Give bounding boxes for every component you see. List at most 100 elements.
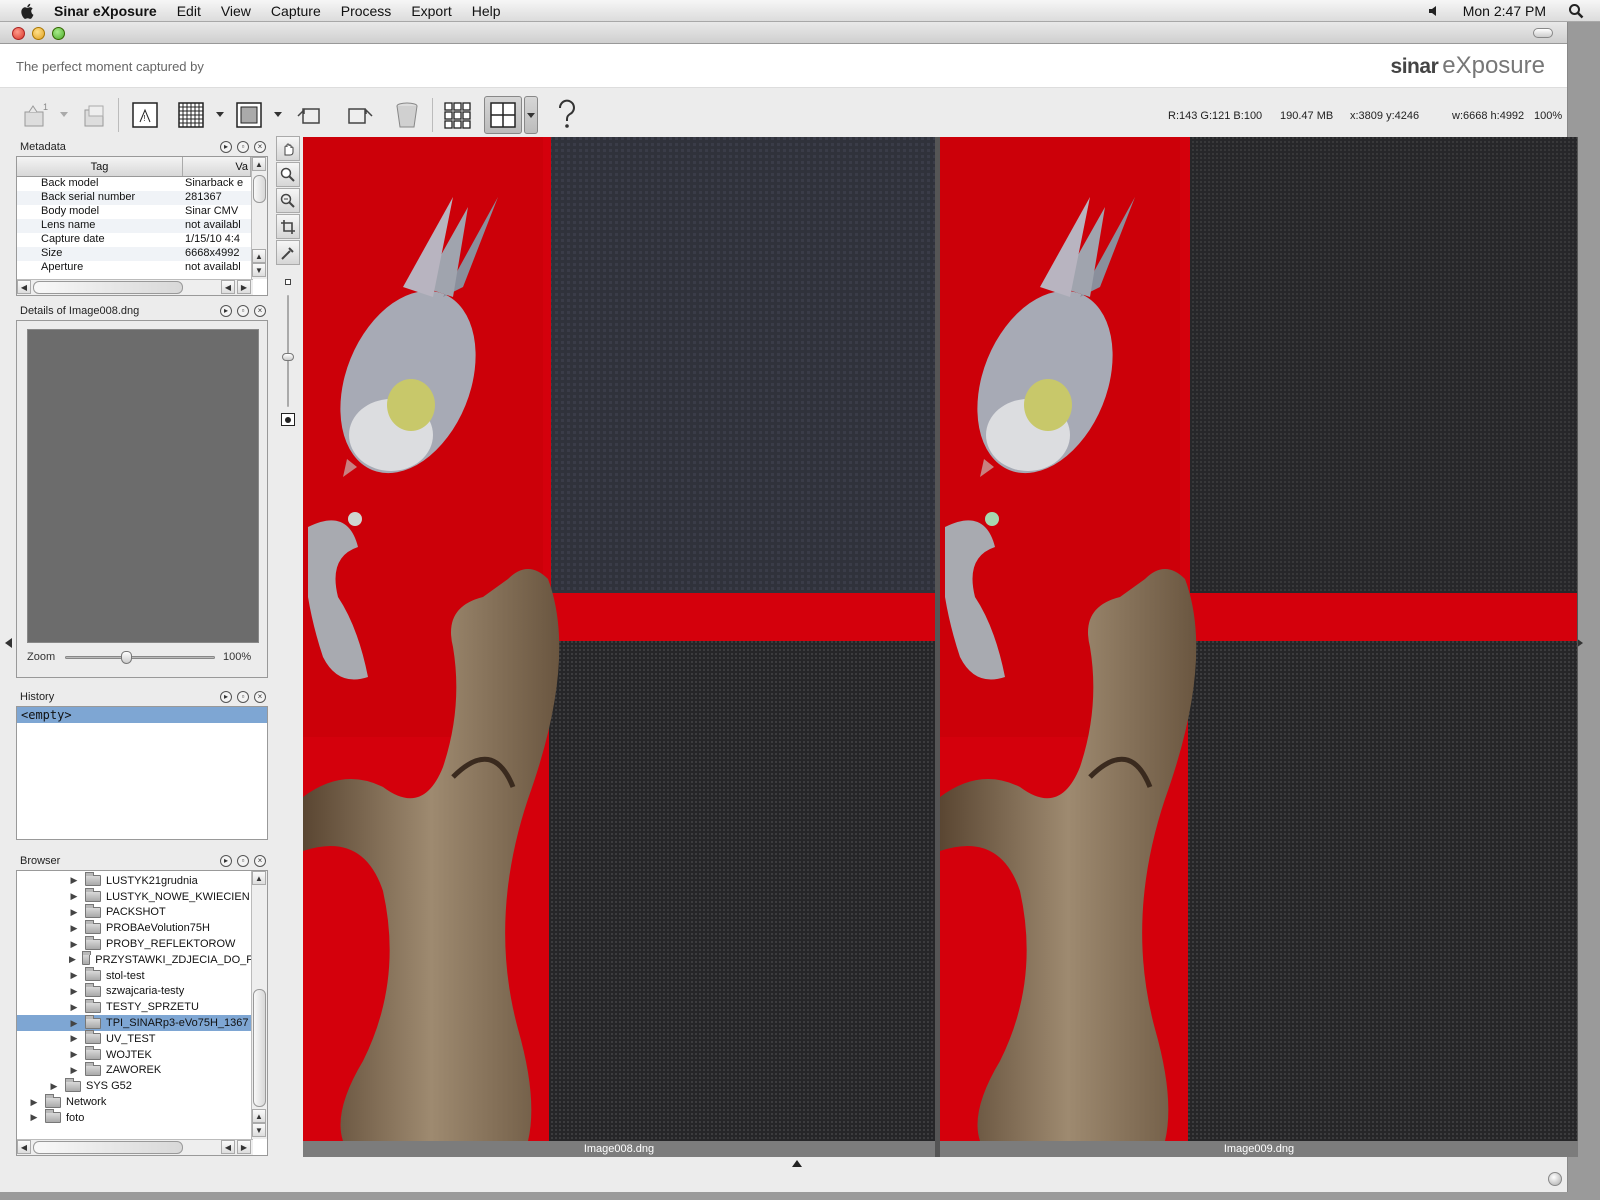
metadata-row[interactable]: Size 6668x4992 [17,247,251,261]
scroll-down-arrow[interactable]: ▼ [252,1123,266,1137]
tool-zoom-slider-handle[interactable] [282,353,294,361]
metadata-row[interactable]: Lens name not availabl [17,219,251,233]
disclosure-triangle-icon[interactable]: ▶ [69,875,79,886]
window-minimize-button[interactable] [32,27,45,40]
column-header-value[interactable]: Va [183,157,251,176]
scroll-up-arrow[interactable]: ▲ [252,249,266,263]
metadata-horizontal-scrollbar[interactable]: ◀ ◀ ▶ [17,279,253,295]
scroll-up-arrow[interactable]: ▲ [252,871,266,885]
tree-folder-item[interactable]: ▶ WOJTEK [17,1046,253,1063]
scroll-up-arrow[interactable]: ▲ [252,157,266,171]
disclosure-triangle-icon[interactable]: ▶ [69,923,79,934]
scroll-right-arrow[interactable]: ▶ [237,280,251,294]
menu-clock[interactable]: Mon 2:47 PM [1463,3,1546,19]
menu-help[interactable]: Help [462,3,511,19]
column-header-tag[interactable]: Tag [17,157,183,176]
collapse-left-panel-arrow[interactable] [5,638,12,648]
thumbnail-view-button[interactable] [438,96,476,134]
disclosure-triangle-icon[interactable]: ▶ [69,970,79,981]
rotate-right-button[interactable] [340,96,378,134]
rotate-left-button[interactable] [292,96,330,134]
tree-folder-item[interactable]: ▶ Network [17,1093,253,1110]
panel-float-icon[interactable]: ▫ [237,855,249,867]
metadata-row[interactable]: Back model Sinarback e [17,177,251,191]
help-button[interactable] [548,96,586,134]
image-pane-right[interactable] [940,137,1577,1141]
hand-tool[interactable] [276,136,300,161]
tree-folder-item[interactable]: ▶ SYS G52 [17,1077,253,1094]
disclosure-triangle-icon[interactable]: ▶ [69,986,79,997]
mask-dropdown-arrow[interactable] [274,112,282,117]
import-dropdown-arrow[interactable] [60,112,68,117]
panel-float-icon[interactable]: ▫ [237,141,249,153]
disclosure-triangle-icon[interactable]: ▶ [29,1097,39,1108]
panel-float-icon[interactable]: ▫ [237,305,249,317]
menu-capture[interactable]: Capture [261,3,331,19]
menu-export[interactable]: Export [401,3,461,19]
zoom-slider-handle[interactable] [121,651,132,664]
scroll-left-arrow[interactable]: ◀ [17,1140,31,1154]
disclosure-triangle-icon[interactable]: ▶ [69,1002,79,1013]
disclosure-triangle-icon[interactable]: ▶ [69,954,76,965]
window-close-button[interactable] [12,27,25,40]
grid-dropdown-arrow[interactable] [216,112,224,117]
tool-zoom-small-icon[interactable] [276,273,300,293]
metadata-row[interactable]: Capture date 1/15/10 4:4 [17,233,251,247]
scroll-left-arrow[interactable]: ◀ [17,280,31,294]
scroll-thumb[interactable] [253,175,266,203]
tree-folder-item[interactable]: ▶ foto [17,1109,253,1126]
disclosure-triangle-icon[interactable]: ▶ [69,1018,79,1029]
scroll-thumb[interactable] [33,281,183,294]
tree-folder-item[interactable]: ▶ TESTY_SPRZETU [17,998,253,1015]
detail-preview[interactable] [27,329,259,643]
scroll-thumb[interactable] [33,1141,183,1154]
disclosure-triangle-icon[interactable]: ▶ [69,907,79,918]
grid-overlay-button[interactable] [172,96,210,134]
tree-folder-item[interactable]: ▶ PACKSHOT [17,903,253,921]
disclosure-triangle-icon[interactable]: ▶ [69,891,79,902]
mask-overlay-button[interactable] [230,96,268,134]
spotlight-search-icon[interactable] [1568,3,1584,19]
tool-zoom-slider[interactable] [276,293,300,413]
tree-folder-item[interactable]: ▶ szwajcaria-testy [17,982,253,1000]
compare-view-button[interactable] [484,96,522,134]
window-titlebar[interactable] [0,22,1567,44]
metadata-row[interactable]: Body model Sinar CMV [17,205,251,219]
panel-expand-icon[interactable]: ▸ [220,855,232,867]
panel-close-icon[interactable]: × [254,305,266,317]
tree-folder-item[interactable]: ▶ PROBAeVolution75H [17,919,253,936]
tree-folder-item[interactable]: ▶ PROBY_REFLEKTOROW [17,935,253,952]
scroll-down-arrow[interactable]: ▼ [252,263,266,277]
toolbar-toggle-button[interactable] [1533,28,1553,38]
history-item[interactable]: <empty> [17,707,267,723]
view-layout-dropdown[interactable] [524,96,538,134]
panel-expand-icon[interactable]: ▸ [220,141,232,153]
scroll-thumb[interactable] [253,989,266,1107]
tree-folder-item[interactable]: ▶ TPI_SINARp3-eVo75H_1367 [17,1014,253,1031]
metadata-vertical-scrollbar[interactable]: ▲ ▲ ▼ [251,157,267,279]
disclosure-triangle-icon[interactable]: ▶ [69,939,79,950]
disclosure-triangle-icon[interactable]: ▶ [69,1033,79,1044]
scroll-left-arrow[interactable]: ◀ [221,280,235,294]
tree-folder-item[interactable]: ▶ ZAWOREK [17,1061,253,1079]
panel-expand-icon[interactable]: ▸ [220,691,232,703]
apple-icon[interactable] [18,2,38,20]
warning-overlay-button[interactable]: ! [126,96,164,134]
disclosure-triangle-icon[interactable]: ▶ [29,1112,39,1123]
zoom-slider[interactable] [65,651,215,664]
collapse-bottom-panel-arrow[interactable] [792,1160,802,1167]
metadata-row[interactable]: Aperture not availabl [17,261,251,275]
panel-close-icon[interactable]: × [254,691,266,703]
crop-tool[interactable] [276,214,300,239]
window-zoom-button[interactable] [52,27,65,40]
menu-app-name[interactable]: Sinar eXposure [54,3,167,19]
browser-vertical-scrollbar[interactable]: ▲ ▲ ▼ [251,871,267,1139]
image-pane-left[interactable] [303,137,935,1141]
tree-folder-item[interactable]: ▶ LUSTYK21grudnia [17,872,253,889]
volume-icon[interactable] [1427,4,1441,18]
scroll-right-arrow[interactable]: ▶ [237,1140,251,1154]
trash-button[interactable] [388,96,426,134]
batch-import-button[interactable] [76,96,114,134]
panel-float-icon[interactable]: ▫ [237,691,249,703]
tree-folder-item[interactable]: ▶ PRZYSTAWKI_ZDJECIA_DO_F [17,951,253,968]
